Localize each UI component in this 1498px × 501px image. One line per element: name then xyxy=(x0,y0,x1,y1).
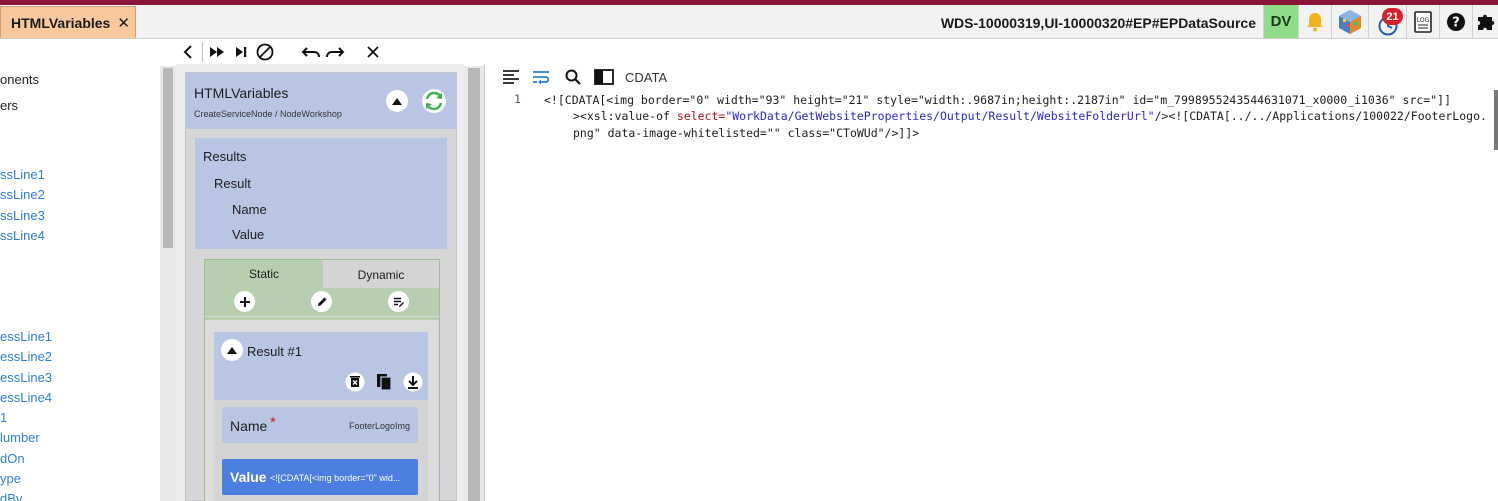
code-token: <![CDATA[<img border="0" width="93" heig… xyxy=(544,93,1451,107)
cancel-circle-icon[interactable] xyxy=(253,41,277,63)
code-line: <![CDATA[<img border="0" width="93" heig… xyxy=(544,92,1451,109)
cube-icon[interactable] xyxy=(1331,5,1368,38)
workflow-node-card: HTMLVariables CreateServiceNode / NodeWo… xyxy=(185,72,457,501)
tree-item[interactable]: ers xyxy=(0,98,18,113)
close-icon[interactable]: ✕ xyxy=(117,14,130,32)
svg-text:?: ? xyxy=(1452,15,1460,30)
search-icon[interactable] xyxy=(557,65,589,89)
node-subtitle: CreateServiceNode / NodeWorkshop xyxy=(194,109,342,119)
bell-icon[interactable] xyxy=(1298,5,1331,38)
tree-item[interactable]: ssLine3 xyxy=(0,208,45,223)
tree-item[interactable]: essLine4 xyxy=(0,390,52,405)
refresh-icon[interactable] xyxy=(422,89,446,113)
redo-icon[interactable] xyxy=(323,41,347,63)
result-fields: Name * FooterLogoImg Value <![CDATA[<img… xyxy=(214,400,428,501)
download-icon[interactable] xyxy=(402,371,424,393)
code-line: ><xsl:value-of select="WorkData/GetWebsi… xyxy=(573,108,1487,125)
fast-forward-icon[interactable] xyxy=(205,41,229,63)
tree-item[interactable]: ssLine1 xyxy=(0,167,45,182)
name-field-value: FooterLogoImg xyxy=(348,421,410,431)
action-toolbar xyxy=(176,40,1498,64)
value-field-label: Value xyxy=(230,469,267,485)
results-label[interactable]: Results xyxy=(203,149,246,164)
tree-item[interactable]: lumber xyxy=(0,430,40,445)
node-title: HTMLVariables xyxy=(194,85,289,101)
dv-badge[interactable]: DV xyxy=(1263,5,1298,38)
line-number: 1 xyxy=(514,92,521,106)
tree-item[interactable]: dOn xyxy=(0,451,25,466)
tree-item[interactable]: 1 xyxy=(0,410,7,425)
skip-end-icon[interactable] xyxy=(229,41,253,63)
tab-strip: Static Dynamic xyxy=(205,260,439,288)
value-label[interactable]: Value xyxy=(232,227,264,242)
tree-item[interactable]: essLine3 xyxy=(0,370,52,385)
code-token: png" data-image-whitelisted="" class="CT… xyxy=(573,126,920,140)
name-label[interactable]: Name xyxy=(232,202,267,217)
copy-icon[interactable] xyxy=(373,371,395,393)
scrollbar-thumb[interactable] xyxy=(163,68,173,248)
tab-label: HTMLVariables xyxy=(11,14,111,31)
editor-toolbar: CDATA xyxy=(485,64,1498,90)
scrollbar-thumb[interactable] xyxy=(468,68,480,501)
value-field-preview: <![CDATA[<img border="0" wid... xyxy=(270,473,401,483)
top-tab-bar: HTMLVariables ✕ WDS-10000319,UI-10000320… xyxy=(0,5,1498,39)
word-wrap-icon[interactable] xyxy=(525,65,557,89)
edit-list-icon[interactable] xyxy=(388,291,409,312)
tab-actions xyxy=(205,288,439,316)
code-content[interactable]: 1 <![CDATA[<img border="0" width="93" he… xyxy=(485,92,1498,492)
align-left-icon[interactable] xyxy=(497,65,525,89)
value-field[interactable]: Value <![CDATA[<img border="0" wid... xyxy=(222,459,418,495)
result-item-card: Result #1 Name * FooterLogoImg Value <![… xyxy=(214,332,428,501)
edit-icon[interactable] xyxy=(311,291,332,312)
name-field-label: Name xyxy=(230,418,268,434)
left-scrollbar[interactable] xyxy=(160,66,176,501)
clock-notification-icon[interactable]: 21 xyxy=(1368,5,1406,38)
tree-item[interactable]: essLine1 xyxy=(0,329,52,344)
required-marker: * xyxy=(270,414,276,431)
result-label[interactable]: Result xyxy=(214,176,251,191)
results-outline: Results Result Name Value xyxy=(195,138,447,249)
tree-item[interactable]: onents xyxy=(0,72,39,87)
code-token: "WorkData/GetWebsiteProperties/Output/Re… xyxy=(725,109,1155,123)
workflow-panel: HTMLVariables CreateServiceNode / NodeWo… xyxy=(176,64,464,501)
tree-item[interactable]: ssLine4 xyxy=(0,228,45,243)
code-token: /><![CDATA[../../Applications/100022/Foo… xyxy=(1154,109,1487,123)
close-icon[interactable] xyxy=(361,41,385,63)
toolbar-divider xyxy=(202,42,203,62)
context-id: WDS-10000319,UI-10000320#EP#EPDataSource xyxy=(940,15,1256,31)
back-icon[interactable] xyxy=(176,41,200,63)
panel-toggle-icon[interactable] xyxy=(589,65,619,89)
tree-item[interactable]: ssLine2 xyxy=(0,187,45,202)
component-tree: onents ers ssLine1 ssLine2 ssLine3 ssLin… xyxy=(0,64,160,501)
editor-scrollbar[interactable] xyxy=(1494,90,1498,150)
notification-count: 21 xyxy=(1382,8,1403,25)
collapse-up-icon[interactable] xyxy=(386,90,408,112)
help-icon[interactable]: ? xyxy=(1439,5,1472,38)
tree-item[interactable]: dBy xyxy=(0,491,22,501)
log-icon[interactable]: LOG xyxy=(1406,5,1439,38)
static-dynamic-panel: Static Dynamic Result #1 Name * FooterLo… xyxy=(204,259,440,501)
undo-icon[interactable] xyxy=(299,41,323,63)
add-icon[interactable] xyxy=(234,291,255,312)
tree-item[interactable]: ype xyxy=(0,471,21,486)
code-token: select= xyxy=(676,109,726,123)
puzzle-icon[interactable] xyxy=(1472,5,1498,38)
result-item-title: Result #1 xyxy=(247,344,302,359)
tab-dynamic[interactable]: Dynamic xyxy=(323,262,439,288)
tab-static[interactable]: Static xyxy=(205,260,323,288)
name-field[interactable]: Name * FooterLogoImg xyxy=(222,407,418,443)
code-editor[interactable]: CDATA 1 <![CDATA[<img border="0" width="… xyxy=(484,64,1498,501)
middle-scrollbar[interactable] xyxy=(464,66,484,501)
svg-text:LOG: LOG xyxy=(1417,17,1430,24)
delete-icon[interactable] xyxy=(344,371,366,393)
tab-divider xyxy=(205,317,439,320)
tree-item[interactable]: essLine2 xyxy=(0,349,52,364)
code-line: png" data-image-whitelisted="" class="CT… xyxy=(573,125,919,142)
node-header: HTMLVariables CreateServiceNode / NodeWo… xyxy=(186,73,456,129)
tab-htmlvariables[interactable]: HTMLVariables ✕ xyxy=(0,6,136,38)
collapse-up-icon[interactable] xyxy=(221,339,243,361)
code-token: ><xsl:value-of xyxy=(573,109,677,123)
editor-mode-label: CDATA xyxy=(625,69,668,85)
